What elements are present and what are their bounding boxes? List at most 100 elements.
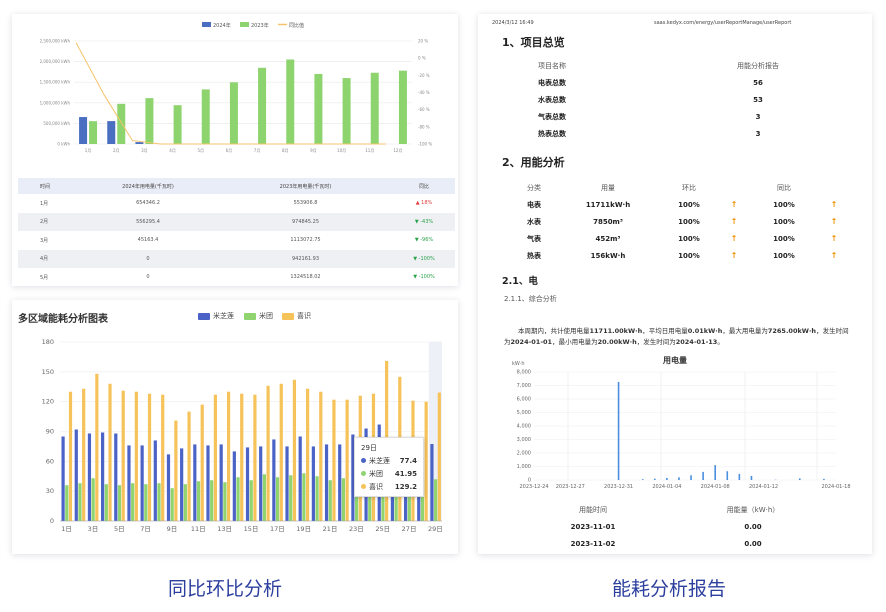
bar-c: [424, 401, 428, 521]
usage-time-table: 用能时间 用能量（kW·h） 2023-11-01 0.00 2023-11-02 0…: [528, 502, 848, 552]
usage-cat: 电表: [527, 200, 541, 209]
th-2024: 2024年用电量(千瓦时): [122, 183, 174, 190]
bar-a: [219, 444, 223, 521]
y-tick-label: 2,000: [517, 451, 531, 457]
chart-tooltip: 29日 米芝莲 77.4 米团 41.95 喜识 129.2: [354, 437, 424, 497]
usage-time-row: 2023-11-01 0.00: [528, 518, 848, 535]
usage-row: 热表 156kW·h 100% ↑ 100% ↑: [508, 247, 848, 264]
usage-amount-th: 用能量（kW·h）: [726, 506, 780, 514]
bar-a: [311, 446, 315, 521]
usage-th-cat: 分类: [527, 184, 541, 192]
bar-b: [236, 477, 240, 521]
y-tick-label: 90: [46, 428, 54, 436]
y-tick-label: 8,000: [517, 370, 531, 376]
cell-yoy: ▼ -96%: [414, 237, 434, 244]
bar-a: [180, 448, 184, 521]
bar-2024: [135, 142, 144, 144]
bar-b: [302, 473, 306, 521]
y-unit-label: kW·h: [512, 361, 525, 367]
legend-label: 同比值: [289, 22, 304, 29]
trend-up-icon: ↑: [730, 234, 738, 243]
cell-2024: 654346.2: [136, 200, 160, 207]
usage-amount: 0.00: [744, 539, 762, 548]
tooltip-value-b: 41.95: [394, 470, 417, 478]
usage-cat: 热表: [527, 251, 541, 260]
multi-area-chart: 0 30 60 90 120 150 180 1日 3日 5日 7日 9日 11日 13日 15日 17日 19…: [42, 338, 443, 533]
bar-a: [127, 445, 131, 521]
x-tick-label: 2月: [113, 148, 120, 153]
usage-bar: [654, 478, 656, 480]
bar-c: [292, 379, 297, 521]
bar-a: [140, 445, 144, 521]
overview-name: 热表总数: [538, 129, 566, 138]
cell-time: 5月: [40, 274, 49, 281]
y-tick-label: 30: [46, 487, 54, 495]
bar-b: [144, 484, 148, 521]
bar-c: [306, 388, 310, 521]
overview-name: 水表总数: [538, 95, 566, 104]
x-tick-label: 5月: [197, 148, 204, 153]
table-row: 4月 0 942161.93 ▼ -100%: [18, 249, 455, 268]
bar-b: [210, 480, 214, 521]
report-date: 2024/3/12 16:49: [492, 20, 534, 26]
overview-th-name: 项目名称: [538, 62, 566, 70]
overview-name: 电表总数: [538, 78, 566, 87]
yoy-table-header: 时间 2024年用电量(千瓦时) 2023年用电量(千瓦时) 同比: [18, 178, 455, 194]
usage-bar: [666, 477, 668, 480]
y-tick-label: 0: [528, 478, 531, 484]
bar-2023: [258, 67, 267, 144]
th-time: 时间: [40, 183, 51, 190]
y-tick-label: 180: [42, 338, 54, 346]
legend-swatch: [202, 22, 211, 27]
bar-c: [187, 411, 191, 521]
x-tick-label: 15日: [244, 525, 259, 533]
cell-2024: 45163.4: [137, 237, 159, 244]
bar-a: [272, 439, 276, 521]
tooltip-day: 29日: [361, 444, 377, 452]
x-tick-label: 29日: [428, 525, 443, 533]
x-tick-label: 9日: [167, 525, 178, 533]
x-tick-label: 27日: [402, 525, 417, 533]
trend-up-icon: ↑: [730, 200, 738, 209]
legend-swatch: [240, 22, 249, 27]
x-tick-label: 1月: [85, 148, 92, 153]
x-tick-label: 19日: [296, 525, 311, 533]
cell-2023: 974845.25: [291, 218, 320, 225]
table-row: 5月 0 1324518.02 ▼ -100%: [18, 268, 455, 286]
bar-c: [226, 391, 231, 521]
bar-a: [87, 433, 92, 521]
usage-cat: 水表: [527, 217, 541, 226]
bar-b: [104, 484, 108, 521]
cell-2024: 556295.4: [136, 218, 160, 225]
usage-cat: 气表: [527, 234, 541, 243]
y2-tick-label: 0 %: [418, 56, 426, 61]
overview-th-value: 用能分析报告: [737, 62, 779, 70]
bar-2023: [145, 98, 154, 144]
bar-2023: [398, 70, 407, 144]
bar-2023: [229, 82, 238, 144]
bar-a: [114, 433, 118, 521]
y-tick-label: 6,000: [517, 397, 531, 403]
cell-yoy: ▼ -43%: [414, 218, 434, 225]
x-tick-label: 25日: [375, 525, 390, 533]
x-tick-label: 10月: [337, 148, 346, 153]
tooltip-name-b: 米团: [369, 470, 383, 478]
y-tick-label: 1,000: [517, 464, 531, 470]
bar-a: [324, 444, 329, 521]
usage-amount: 7850m³: [593, 217, 623, 226]
overview-value: 3: [755, 129, 761, 138]
usage-time-row: 2023-11-02 0.00: [528, 535, 848, 552]
bar-c: [134, 391, 138, 521]
legend-label: 2024年: [213, 22, 231, 29]
bar-b: [157, 483, 161, 521]
chart-title: 用电量: [662, 355, 687, 365]
y-tick-label: 0 kWh: [57, 142, 70, 147]
bar-b: [328, 480, 332, 521]
bar-a: [166, 454, 171, 521]
bar-c: [266, 385, 270, 521]
y-tick-label: 60: [46, 457, 54, 465]
x-tick-label: 6月: [226, 148, 233, 153]
bar-2024: [107, 121, 116, 144]
trend-up-icon: ↑: [830, 200, 838, 209]
bar-2023: [370, 72, 379, 144]
